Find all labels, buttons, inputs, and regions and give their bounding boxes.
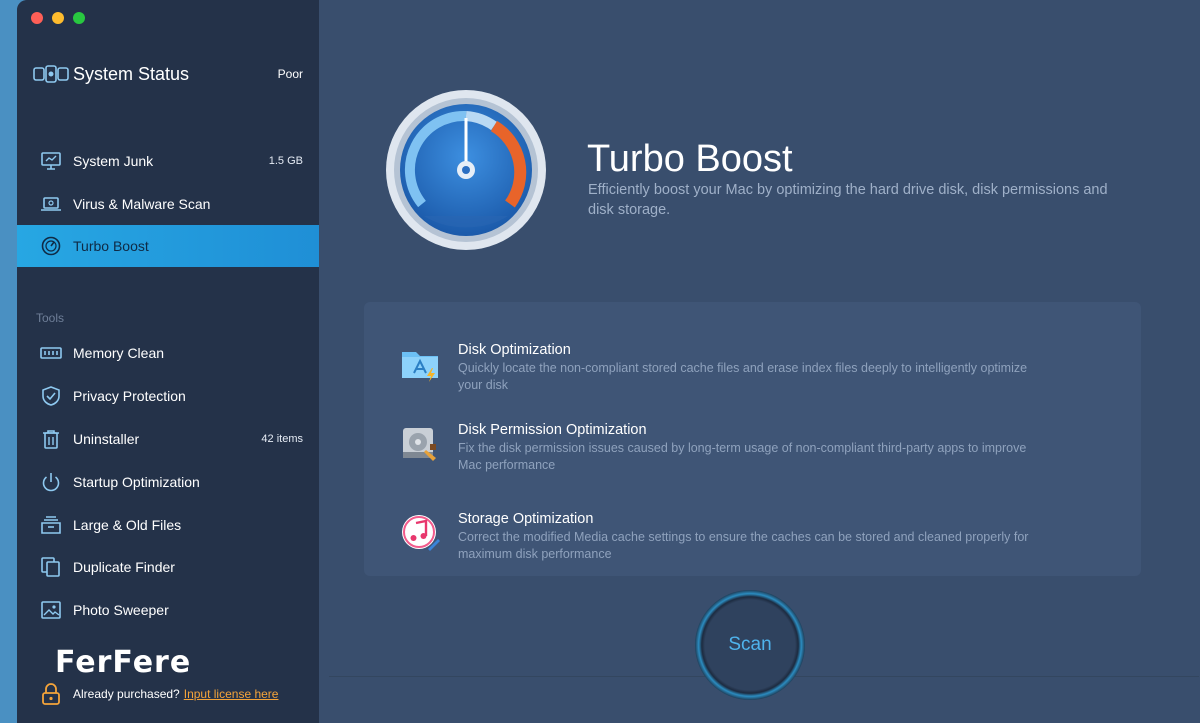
turbo-boost-gauge-icon xyxy=(386,90,546,250)
trash-icon xyxy=(39,428,63,450)
purchase-row: Already purchased? Input license here xyxy=(41,683,278,705)
feature-title: Storage Optimization xyxy=(458,511,594,527)
system-status-value: Poor xyxy=(277,67,303,81)
feature-description: Fix the disk permission issues caused by… xyxy=(458,441,1027,472)
sidebar-item-label: System Junk xyxy=(73,153,154,169)
sidebar-item-label: Memory Clean xyxy=(73,345,165,361)
zoom-window-button[interactable] xyxy=(73,12,85,24)
sidebar-item-label: Photo Sweeper xyxy=(73,602,169,618)
lock-icon xyxy=(42,683,60,705)
laptop-scan-icon xyxy=(39,193,63,215)
page-title: Turbo Boost xyxy=(587,138,793,180)
sidebar-item-large-old-files[interactable]: Large & Old Files xyxy=(17,504,319,546)
system-status-icon xyxy=(33,65,69,83)
feature-title: Disk Optimization xyxy=(458,342,571,358)
purchase-text: Already purchased? xyxy=(73,687,180,701)
app-folder-icon xyxy=(402,352,438,382)
sidebar-item-turbo-boost[interactable]: Turbo Boost xyxy=(17,225,319,267)
features-panel: Disk Optimization Quickly locate the non… xyxy=(364,302,1141,576)
sidebar-item-privacy-protection[interactable]: Privacy Protection xyxy=(17,375,319,417)
sidebar-item-label: Large & Old Files xyxy=(73,517,182,533)
sidebar-item-label: Duplicate Finder xyxy=(73,559,175,575)
memory-chip-icon xyxy=(39,342,63,364)
hard-drive-icon xyxy=(403,428,436,461)
monitor-icon xyxy=(39,150,63,172)
sidebar-item-duplicate-finder[interactable]: Duplicate Finder xyxy=(17,546,319,588)
sidebar-item-label: Startup Optimization xyxy=(73,474,200,490)
feature-title: Disk Permission Optimization xyxy=(458,422,647,438)
duplicate-icon xyxy=(39,556,63,578)
shield-icon xyxy=(39,385,63,407)
system-status-title: System Status xyxy=(73,63,190,84)
sidebar-item-uninstaller[interactable]: Uninstaller 42 items xyxy=(17,418,319,460)
watermark-logo: FerFere xyxy=(55,645,192,680)
music-icon xyxy=(402,515,440,551)
feature-description: Correct the modified Media cache setting… xyxy=(458,530,1029,561)
sidebar-item-label: Virus & Malware Scan xyxy=(73,196,211,212)
window-controls xyxy=(31,12,85,24)
app-window: System Status Poor System Junk 1.5 GB Vi… xyxy=(17,0,1200,723)
sidebar-item-label: Privacy Protection xyxy=(73,388,186,404)
speedometer-icon xyxy=(39,235,63,257)
feature-description: Quickly locate the non-compliant stored … xyxy=(458,361,1028,392)
system-status-row[interactable]: System Status Poor xyxy=(33,60,303,88)
sidebar-item-startup-optimization[interactable]: Startup Optimization xyxy=(17,461,319,503)
sidebar-item-memory-clean[interactable]: Memory Clean xyxy=(17,332,319,374)
input-license-link[interactable]: Input license here xyxy=(184,687,279,701)
sidebar-item-label: Uninstaller xyxy=(73,431,140,447)
page-subtitle: Efficiently boost your Mac by optimizing… xyxy=(588,182,1108,218)
minimize-window-button[interactable] xyxy=(52,12,64,24)
power-icon xyxy=(39,471,63,493)
close-window-button[interactable] xyxy=(31,12,43,24)
sidebar-item-label: Turbo Boost xyxy=(73,238,149,254)
scan-button[interactable]: Scan xyxy=(709,604,791,686)
sidebar-item-value: 1.5 GB xyxy=(268,155,303,167)
sidebar-item-virus-malware-scan[interactable]: Virus & Malware Scan xyxy=(17,183,319,225)
sidebar-item-value: 42 items xyxy=(261,433,303,445)
tools-section-label: Tools xyxy=(36,311,65,325)
sidebar-item-system-junk[interactable]: System Junk 1.5 GB xyxy=(17,140,319,182)
photo-icon xyxy=(39,599,63,621)
main-content: Turbo Boost Efficiently boost your Mac b… xyxy=(319,0,1200,723)
sidebar-item-photo-sweeper[interactable]: Photo Sweeper xyxy=(17,589,319,631)
sidebar: System Status Poor System Junk 1.5 GB Vi… xyxy=(17,0,319,723)
files-stack-icon xyxy=(39,514,63,536)
